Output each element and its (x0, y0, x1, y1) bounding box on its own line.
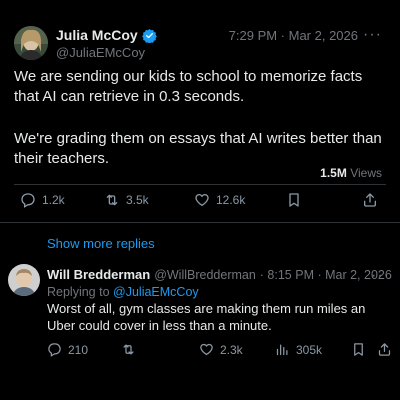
reply-icon (48, 343, 61, 357)
reply-author-avatar[interactable] (8, 264, 40, 296)
reply-author-row: Will Bredderman @WillBredderman · 8:15 P… (47, 267, 392, 282)
post-text-paragraph-2: We're grading them on essays that AI wri… (14, 130, 382, 167)
reply-avatar-image (8, 264, 40, 296)
divider-bottom (0, 222, 400, 223)
reply-bookmark-button[interactable] (351, 342, 366, 357)
reply-count: 1.2k (42, 193, 65, 207)
avatar-image (14, 26, 48, 60)
bookmark-icon (354, 343, 363, 356)
reply-action-bar: 210 2.3k 305k (47, 340, 392, 360)
views-count: 1.5M Views (320, 166, 382, 180)
repost-icon (106, 194, 118, 206)
reply-like-count: 2.3k (220, 342, 243, 357)
views-label: Views (350, 166, 382, 180)
author-name[interactable]: Julia McCoy (56, 27, 138, 43)
verified-badge-icon (141, 28, 157, 44)
reply-views-button[interactable]: 305k (275, 342, 322, 357)
share-button[interactable] (362, 192, 378, 208)
share-icon (364, 193, 376, 207)
reply-author-handle[interactable]: @WillBredderman (154, 268, 256, 282)
repost-icon (123, 344, 134, 355)
reply-share-button[interactable] (377, 342, 392, 357)
reply-views-count: 305k (296, 342, 323, 357)
heart-icon (200, 343, 213, 356)
reply-author-name[interactable]: Will Bredderman (47, 267, 150, 282)
show-more-replies-link[interactable]: Show more replies (47, 236, 155, 251)
post-text-paragraph-1: We are sending our kids to school to mem… (14, 68, 363, 105)
author-info: Julia McCoy @JuliaEMcCoy (56, 27, 157, 60)
repost-button[interactable]: 3.5k (104, 192, 149, 208)
reply-button[interactable]: 1.2k (20, 192, 65, 208)
reply-icon (21, 193, 35, 208)
bookmark-icon (289, 193, 299, 207)
reply-like-button[interactable]: 2.3k (199, 342, 243, 357)
reply-reply-button[interactable]: 210 (47, 342, 88, 357)
like-button[interactable]: 12.6k (194, 192, 245, 208)
heart-icon (195, 194, 209, 206)
reply-more-options-button[interactable]: ··· (371, 268, 390, 284)
analytics-icon (276, 344, 288, 356)
replying-to-handle[interactable]: @JuliaEMcCoy (113, 285, 199, 299)
replying-to-line: Replying to @JuliaEMcCoy (47, 285, 199, 299)
post-action-bar: 1.2k 3.5k 12.6k (14, 190, 386, 212)
replying-to-prefix: Replying to (47, 285, 110, 299)
divider-top (14, 184, 386, 185)
author-handle[interactable]: @JuliaEMcCoy (56, 45, 157, 60)
reply-reply-count: 210 (68, 342, 89, 357)
repost-count: 3.5k (126, 193, 149, 207)
reply-repost-button[interactable] (121, 342, 136, 357)
reply-text: Worst of all, gym classes are making the… (47, 301, 366, 333)
bookmark-button[interactable] (286, 192, 302, 208)
author-avatar[interactable] (14, 26, 48, 60)
views-number: 1.5M (320, 166, 347, 180)
like-count: 12.6k (216, 193, 246, 207)
more-options-button[interactable]: ··· (363, 27, 382, 43)
post-timestamp[interactable]: 7:29 PM · Mar 2, 2026 (229, 28, 358, 43)
share-icon (378, 343, 391, 356)
